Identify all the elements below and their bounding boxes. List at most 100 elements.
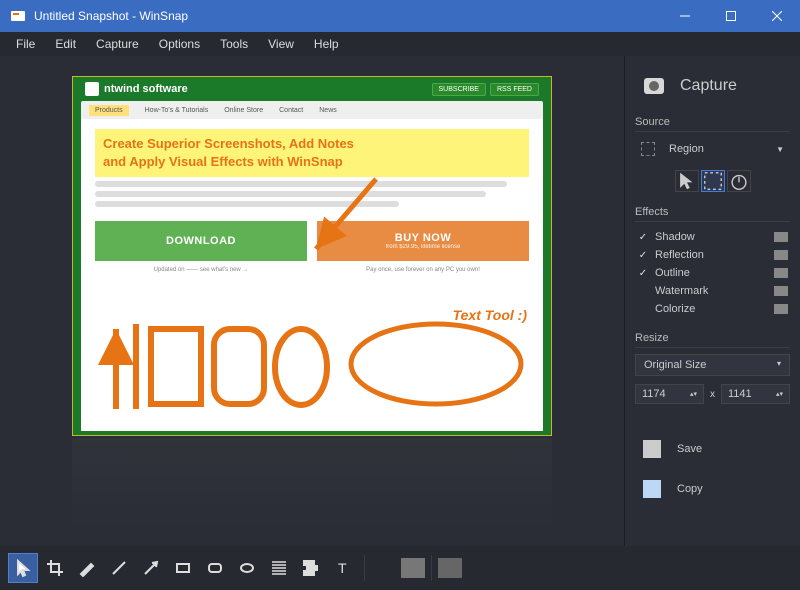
source-section-title: Source	[635, 116, 790, 132]
drawing-toolbar: T	[0, 546, 800, 590]
pen-tool[interactable]	[72, 553, 102, 583]
effect-outline[interactable]: ✓Outline	[635, 264, 790, 282]
toolbar-separator	[431, 555, 432, 581]
rectangle-tool[interactable]	[168, 553, 198, 583]
minimize-button[interactable]	[662, 0, 708, 32]
app-icon	[10, 8, 26, 24]
rss-button: RSS FEED	[490, 83, 539, 96]
source-value: Region	[669, 143, 762, 155]
pointer-mode[interactable]	[675, 170, 699, 192]
arrow-tool[interactable]	[136, 553, 166, 583]
menu-help[interactable]: Help	[304, 34, 349, 54]
menu-edit[interactable]: Edit	[45, 34, 86, 54]
copy-label: Copy	[677, 483, 703, 495]
blur-text	[95, 201, 399, 207]
effect-reflection[interactable]: ✓Reflection	[635, 246, 790, 264]
color-swatch-3[interactable]	[438, 558, 462, 578]
region-icon	[641, 142, 655, 156]
menu-options[interactable]: Options	[149, 34, 210, 54]
menu-bar: File Edit Capture Options Tools View Hel…	[0, 32, 800, 56]
updated-text: Updated on —— see what's new →	[95, 267, 307, 273]
menu-view[interactable]: View	[258, 34, 304, 54]
caret-down-icon: ▼	[776, 145, 784, 154]
text-tool-annotation: Text Tool :)	[453, 307, 527, 323]
dimension-separator: x	[710, 389, 715, 400]
download-button: DOWNLOAD	[95, 221, 307, 261]
effect-watermark[interactable]: Watermark	[635, 282, 790, 300]
sidebar: Capture Source Region ▼ Effects ✓Shadow …	[624, 56, 800, 546]
payonce-text: Pay once, use forever on any PC you own!	[317, 267, 529, 273]
snapshot-image[interactable]: ntwind software SUBSCRIBE RSS FEED Produ…	[72, 76, 552, 436]
color-swatch-1[interactable]	[371, 558, 395, 578]
menu-file[interactable]: File	[6, 34, 45, 54]
save-label: Save	[677, 443, 702, 455]
resize-section-title: Resize	[635, 332, 790, 348]
nav-products: Products	[89, 105, 129, 116]
spinner-icon[interactable]: ▴▾	[776, 390, 783, 398]
roundrect-shape	[214, 329, 264, 404]
color-swatch[interactable]	[774, 268, 788, 278]
capture-label: Capture	[680, 77, 737, 95]
resize-mode-value: Original Size	[644, 359, 706, 371]
headline-line1: Create Superior Screenshots, Add Notes	[103, 135, 521, 153]
crop-tool[interactable]	[40, 553, 70, 583]
menu-tools[interactable]: Tools	[210, 34, 258, 54]
color-swatch[interactable]	[774, 232, 788, 242]
svg-text:T: T	[338, 560, 347, 576]
canvas-area[interactable]: ntwind software SUBSCRIBE RSS FEED Produ…	[0, 56, 624, 546]
color-swatch[interactable]	[774, 250, 788, 260]
download-label: DOWNLOAD	[166, 235, 236, 247]
check-icon: ✓	[637, 268, 649, 279]
region-mode[interactable]	[701, 170, 725, 192]
headline-annotation: Create Superior Screenshots, Add Notes a…	[95, 129, 529, 177]
spinner-icon[interactable]: ▴▾	[690, 390, 697, 398]
effects-section-title: Effects	[635, 206, 790, 222]
menu-capture[interactable]: Capture	[86, 34, 149, 54]
ellipse-shape	[275, 329, 327, 405]
pointer-tool[interactable]	[8, 553, 38, 583]
roundrect-tool[interactable]	[200, 553, 230, 583]
camera-icon	[644, 78, 664, 94]
resize-mode-dropdown[interactable]: Original Size ▾	[635, 354, 790, 376]
ellipse-tool[interactable]	[232, 553, 262, 583]
effect-colorize[interactable]: Colorize	[635, 300, 790, 318]
copy-button[interactable]: Copy	[635, 474, 790, 504]
effect-shadow[interactable]: ✓Shadow	[635, 228, 790, 246]
pixelate-tool[interactable]	[296, 553, 326, 583]
nav-howto: How-To's & Tutorials	[145, 107, 209, 114]
reflection-effect	[72, 438, 552, 528]
height-input[interactable]: 1141▴▾	[721, 384, 790, 404]
capture-button[interactable]: Capture	[635, 70, 790, 102]
close-button[interactable]	[754, 0, 800, 32]
nav-store: Online Store	[224, 107, 263, 114]
effects-list: ✓Shadow ✓Reflection ✓Outline Watermark C…	[635, 228, 790, 318]
check-icon: ✓	[637, 250, 649, 261]
copy-icon	[643, 480, 661, 498]
save-button[interactable]: Save	[635, 434, 790, 464]
line-tool[interactable]	[104, 553, 134, 583]
check-icon: ✓	[637, 232, 649, 243]
blur-tool[interactable]	[264, 553, 294, 583]
subscribe-button: SUBSCRIBE	[432, 83, 486, 96]
maximize-button[interactable]	[708, 0, 754, 32]
freehand-circle	[351, 324, 521, 404]
caret-down-icon: ▾	[777, 359, 781, 371]
text-tool[interactable]: T	[328, 553, 358, 583]
color-swatch-2[interactable]	[401, 558, 425, 578]
buy-sub: from $29.95, lifetime license	[386, 244, 461, 250]
width-input[interactable]: 1174▴▾	[635, 384, 704, 404]
buy-button: BUY NOW from $29.95, lifetime license	[317, 221, 529, 261]
save-icon	[643, 440, 661, 458]
headline-line2: and Apply Visual Effects with WinSnap	[103, 153, 521, 171]
color-swatch[interactable]	[774, 286, 788, 296]
blur-text	[95, 191, 486, 197]
site-brand: ntwind software	[85, 82, 188, 96]
brand-logo-icon	[85, 82, 99, 96]
timer-mode[interactable]	[727, 170, 751, 192]
brand-text: ntwind software	[104, 83, 188, 95]
source-dropdown[interactable]: Region ▼	[635, 138, 790, 160]
rect-shape	[151, 329, 201, 404]
color-swatch[interactable]	[774, 304, 788, 314]
buy-label: BUY NOW	[395, 232, 451, 244]
title-bar: Untitled Snapshot - WinSnap	[0, 0, 800, 32]
